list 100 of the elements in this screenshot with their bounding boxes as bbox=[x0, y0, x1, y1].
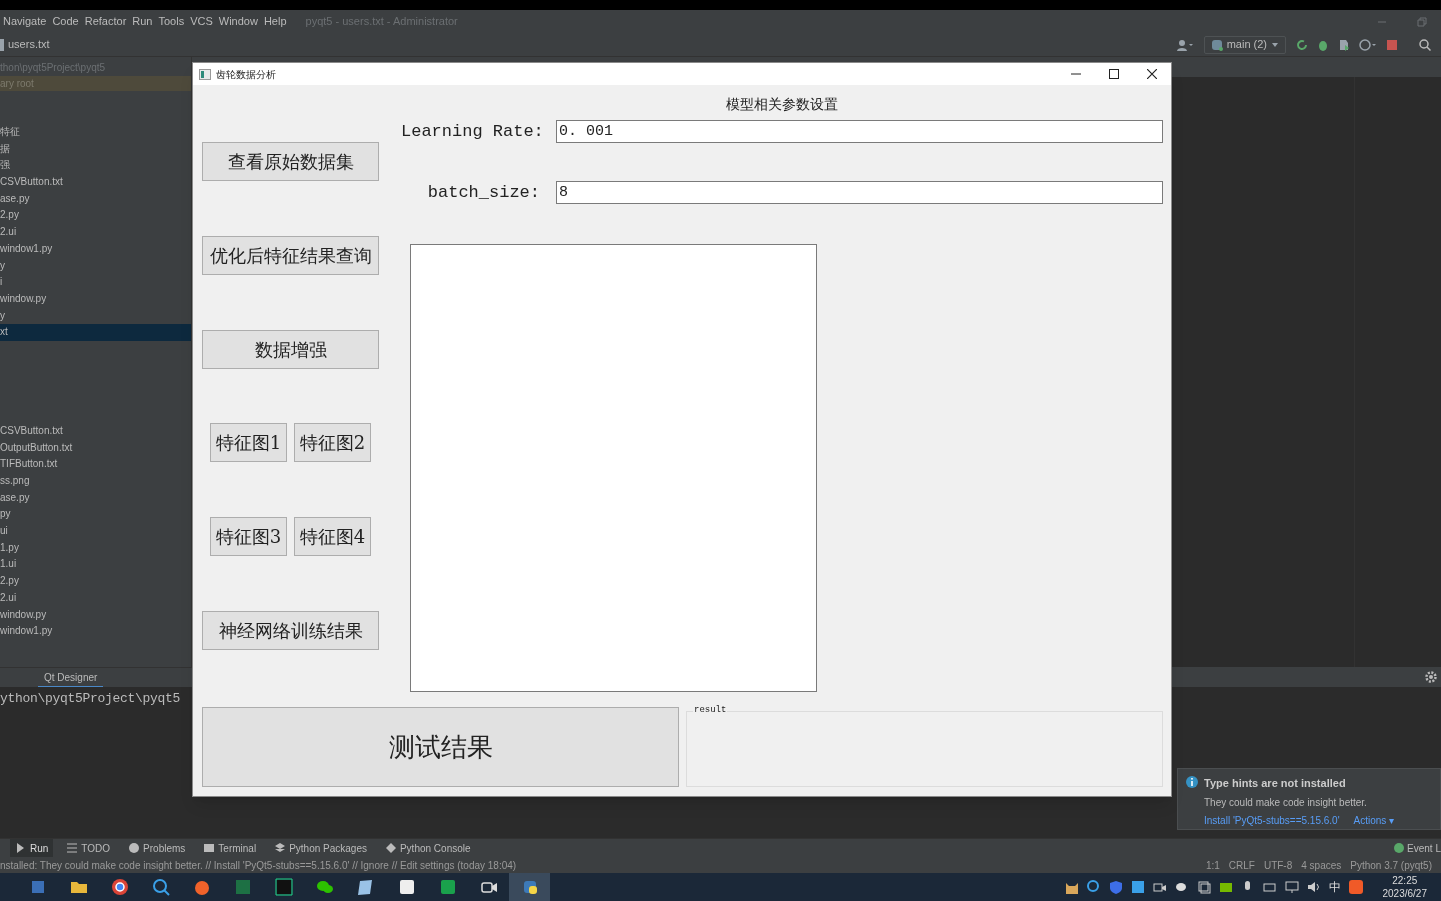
maximize-icon[interactable] bbox=[1109, 69, 1119, 79]
dialog-button[interactable]: 数据增强 bbox=[202, 329, 379, 369]
gpu-icon[interactable] bbox=[1218, 880, 1233, 894]
shield-icon[interactable] bbox=[1108, 880, 1123, 894]
tree-item[interactable]: 1.ui bbox=[0, 556, 191, 574]
caret-icon bbox=[1271, 41, 1279, 48]
notification-text: They could make code insight better. bbox=[1204, 795, 1368, 810]
menu-item[interactable]: Refactor bbox=[81, 13, 130, 30]
dialog-button[interactable]: 优化后特征结果查询 bbox=[202, 235, 379, 275]
ide-icon[interactable] bbox=[274, 878, 293, 896]
terminal-icon bbox=[203, 842, 216, 854]
status-item[interactable]: 1:1 bbox=[1205, 857, 1220, 873]
status-item[interactable]: UTF-8 bbox=[1263, 857, 1293, 873]
text-input[interactable]: 0. 001 bbox=[556, 120, 1163, 144]
layers-icon bbox=[274, 842, 287, 854]
stop-icon[interactable] bbox=[1387, 39, 1397, 50]
tree-item[interactable]: ss.png bbox=[0, 473, 191, 490]
console-text: ython\pyqt5Project\pyqt5 bbox=[0, 690, 182, 708]
tree-item[interactable]: 强 bbox=[0, 157, 191, 175]
tool-window-tab[interactable]: Python Console bbox=[379, 838, 476, 858]
tool-window-tab[interactable]: Run bbox=[10, 838, 54, 858]
badge-icon bbox=[1394, 843, 1405, 853]
file-tab[interactable]: users.txt bbox=[8, 36, 50, 53]
cat-icon[interactable] bbox=[1064, 880, 1079, 894]
tree-item[interactable]: py bbox=[0, 506, 191, 524]
chat-icon[interactable] bbox=[315, 878, 334, 896]
tree-item[interactable]: window1.py bbox=[0, 240, 191, 258]
menu-item[interactable]: Window bbox=[215, 13, 261, 30]
clock[interactable]: 22:25 2023/6/27 bbox=[1382, 874, 1427, 900]
dialog-button[interactable]: 查看原始数据集 bbox=[202, 142, 379, 181]
feature-map-button[interactable]: 特征图3 bbox=[210, 517, 287, 557]
tree-item[interactable]: 2.ui bbox=[0, 224, 191, 241]
sogou-icon[interactable] bbox=[1348, 880, 1363, 894]
tree-item[interactable]: ase.py bbox=[0, 190, 191, 208]
feature-map-button[interactable]: 特征图4 bbox=[294, 517, 371, 557]
list-icon bbox=[66, 842, 79, 854]
tree-item[interactable]: 2.py bbox=[0, 573, 191, 590]
status-item[interactable]: CRLF bbox=[1228, 857, 1255, 873]
menu-item[interactable]: Tools bbox=[155, 13, 188, 30]
search-icon[interactable] bbox=[1419, 38, 1431, 51]
chat-icon[interactable] bbox=[1174, 880, 1189, 894]
tree-item[interactable]: 1.py bbox=[0, 539, 191, 557]
text-editor-icon[interactable] bbox=[397, 878, 416, 896]
install-link[interactable]: Install 'PyQt5-stubs==5.15.6.0' bbox=[1204, 812, 1340, 828]
camera-icon[interactable] bbox=[1152, 880, 1167, 894]
tree-item[interactable]: window.py bbox=[0, 290, 191, 308]
tool-window-tab[interactable]: Terminal bbox=[198, 838, 262, 858]
user-icon[interactable] bbox=[1175, 38, 1194, 51]
tree-item[interactable]: y bbox=[0, 307, 191, 325]
tree-item[interactable]: y bbox=[0, 257, 191, 275]
search-icon[interactable] bbox=[151, 878, 170, 896]
branch-selector[interactable]: main (2) bbox=[1203, 35, 1286, 54]
text-input[interactable]: 8 bbox=[556, 180, 1163, 204]
tool-window-tab[interactable]: Problems bbox=[123, 838, 191, 858]
tool-window-tab[interactable]: TODO bbox=[61, 838, 116, 858]
actions-link[interactable]: Actions ▾ bbox=[1353, 812, 1395, 828]
tree-item[interactable]: 特征 bbox=[0, 124, 191, 141]
menu-item[interactable]: Navigate bbox=[0, 13, 50, 30]
tree-item[interactable]: 据 bbox=[0, 140, 191, 158]
fruit-icon[interactable] bbox=[192, 878, 211, 896]
dialog-button[interactable]: 神经网络训练结果 bbox=[202, 611, 379, 650]
search-icon[interactable] bbox=[1086, 880, 1101, 894]
browser-icon[interactable] bbox=[110, 878, 129, 896]
status-item[interactable]: 4 spaces bbox=[1301, 857, 1342, 873]
tree-item[interactable]: TIFButton.txt bbox=[0, 456, 191, 473]
feature-map-button[interactable]: 特征图2 bbox=[294, 423, 371, 463]
menu-item[interactable]: Help bbox=[260, 13, 290, 30]
input-method-indicator[interactable]: 中 bbox=[1328, 878, 1341, 896]
tree-item[interactable]: CSVButton.txt bbox=[0, 422, 191, 440]
notification-title: Type hints are not installed bbox=[1204, 776, 1347, 791]
tree-item[interactable]: window.py bbox=[0, 606, 191, 624]
settings-icon[interactable] bbox=[1425, 671, 1437, 683]
menu-item[interactable]: Code bbox=[49, 13, 82, 30]
test-result-button[interactable]: 测试结果 bbox=[202, 707, 679, 787]
file-icon bbox=[0, 38, 4, 51]
diamond-icon bbox=[384, 842, 397, 854]
dialog-title: 齿轮数据分析 bbox=[216, 67, 276, 82]
rerun-icon[interactable] bbox=[1296, 38, 1308, 51]
status-item[interactable]: Python 3.7 (pyqt5) bbox=[1350, 857, 1432, 873]
profile-icon[interactable] bbox=[1359, 38, 1377, 51]
tree-item[interactable]: ui bbox=[0, 523, 191, 540]
speaker-icon[interactable] bbox=[1306, 880, 1321, 894]
tree-item[interactable]: 2.ui bbox=[0, 589, 191, 607]
event-log-tab[interactable]: Event L bbox=[1394, 840, 1441, 856]
branch-label: main (2) bbox=[1226, 37, 1267, 53]
tree-item[interactable]: i bbox=[0, 274, 191, 291]
tool-window-tab[interactable]: Python Packages bbox=[269, 838, 372, 858]
menu-item[interactable]: VCS bbox=[187, 13, 216, 30]
tree-item[interactable]: OutputButton.txt bbox=[0, 439, 191, 457]
tree-item[interactable]: 2.py bbox=[0, 207, 191, 225]
close-icon[interactable] bbox=[1147, 69, 1157, 79]
tree-item[interactable]: ase.py bbox=[0, 489, 191, 507]
network-icon[interactable] bbox=[1284, 880, 1299, 894]
feature-map-button[interactable]: 特征图1 bbox=[210, 423, 287, 463]
notes-icon[interactable] bbox=[356, 878, 375, 896]
tree-item[interactable]: xt bbox=[0, 324, 191, 341]
tree-item[interactable]: window1.py bbox=[0, 623, 191, 640]
coverage-icon[interactable] bbox=[1338, 38, 1350, 51]
menu-item[interactable]: Run bbox=[129, 13, 156, 30]
tree-item[interactable]: CSVButton.txt bbox=[0, 174, 191, 191]
